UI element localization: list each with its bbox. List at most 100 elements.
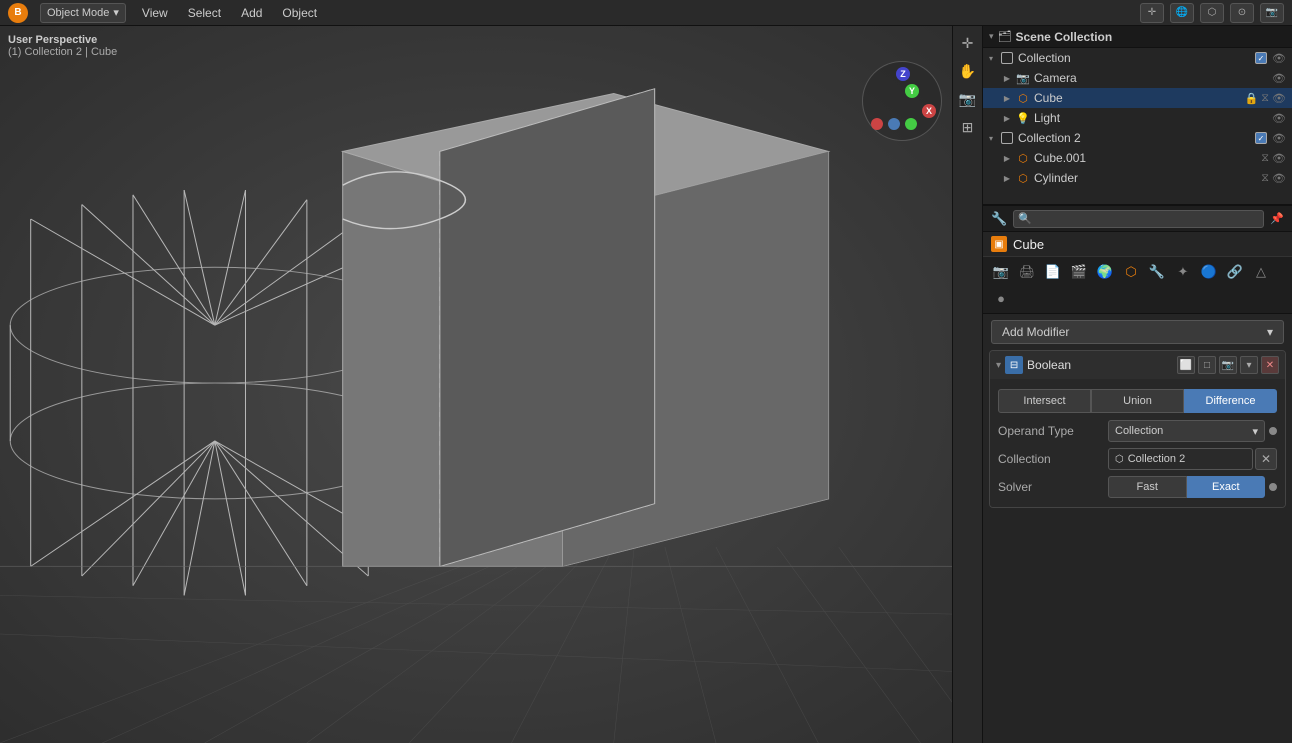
outliner-light[interactable]: ▶ 💡 Light 👁 [983, 108, 1292, 128]
gizmo-x-label: X [922, 104, 936, 118]
topbar-shading-icon[interactable]: ⬡ [1200, 3, 1224, 23]
cube001-visibility[interactable]: 👁 [1272, 152, 1286, 165]
modifier-body: Intersect Union Difference Operand Type … [990, 379, 1285, 507]
collection-field[interactable]: ⬡ Collection 2 [1108, 448, 1253, 470]
operand-type-value-area: Collection ▾ [1108, 420, 1265, 442]
cylinder-visibility[interactable]: 👁 [1272, 172, 1286, 185]
cylinder-actions: ⧖ 👁 [1261, 172, 1286, 185]
scene-collection-expand[interactable]: ▾ [989, 31, 994, 42]
cube001-actions: ⧖ 👁 [1261, 152, 1286, 165]
viewport-tool-camera[interactable]: 📷 [955, 86, 981, 112]
cube-lock[interactable]: 🔒 [1245, 92, 1259, 105]
collection-field-icon: ⬡ [1115, 454, 1124, 465]
viewport-info: User Perspective (1) Collection 2 | Cube [8, 34, 117, 58]
cylinder-label: Cylinder [1034, 171, 1261, 185]
op-difference-btn[interactable]: Difference [1184, 389, 1277, 413]
menu-add[interactable]: Add [237, 6, 266, 20]
modifier-realtime-btn[interactable]: □ [1198, 356, 1216, 374]
add-modifier-label: Add Modifier [1002, 325, 1069, 339]
menu-view[interactable]: View [138, 6, 172, 20]
modifier-screen-btn[interactable]: ⬜ [1177, 356, 1195, 374]
menu-select[interactable]: Select [184, 6, 225, 20]
prop-tab-object[interactable]: ⬡ [1119, 260, 1143, 284]
prop-tab-modifier[interactable]: 🔧 [1145, 260, 1169, 284]
gizmo-blue-dot [888, 118, 900, 130]
boolean-modifier-card: ▾ ⊟ Boolean ⬜ □ 📷 ▾ ✕ Intersect [989, 350, 1286, 508]
prop-tab-scene[interactable]: 🎬 [1067, 260, 1091, 284]
op-union-btn[interactable]: Union [1091, 389, 1184, 413]
collection-checkbox[interactable]: ✓ [1255, 52, 1267, 64]
topbar-globe-icon[interactable]: 🌐 [1170, 3, 1194, 23]
cube-visibility[interactable]: 👁 [1272, 92, 1286, 105]
topbar-cursor-icon[interactable]: ✛ [1140, 3, 1164, 23]
mode-selector[interactable]: Object Mode ▾ [40, 3, 126, 23]
modifier-close-btn[interactable]: ✕ [1261, 356, 1279, 374]
collection-clear-btn[interactable]: ✕ [1255, 448, 1277, 470]
collection-row: Collection ⬡ Collection 2 ✕ [990, 445, 1285, 473]
properties-search[interactable] [1013, 210, 1264, 228]
outliner-cube001[interactable]: ▶ ⬡ Cube.001 ⧖ 👁 [983, 148, 1292, 168]
viewport-3d[interactable]: User Perspective (1) Collection 2 | Cube [0, 26, 982, 743]
solver-fast-btn[interactable]: Fast [1108, 476, 1187, 498]
prop-tab-view[interactable]: 📄 [1041, 260, 1065, 284]
prop-tab-data[interactable]: △ [1249, 260, 1273, 284]
scene-collection-row: ▾ 🗂 Scene Collection [983, 26, 1292, 48]
light-visibility[interactable]: 👁 [1272, 112, 1286, 125]
cube001-arrow[interactable]: ▶ [999, 150, 1015, 166]
operand-type-arrow: ▾ [1252, 425, 1258, 438]
prop-tab-physics[interactable]: 🔵 [1197, 260, 1221, 284]
cube001-label: Cube.001 [1034, 151, 1261, 165]
light-label: Light [1034, 111, 1272, 125]
cube001-filter[interactable]: ⧖ [1261, 152, 1269, 165]
operand-type-dot[interactable] [1269, 427, 1277, 435]
modifier-name-label: Boolean [1027, 358, 1173, 372]
outliner-cube[interactable]: ▶ ⬡ Cube 🔒 ⧖ 👁 [983, 88, 1292, 108]
add-modifier-button[interactable]: Add Modifier ▾ [991, 320, 1284, 344]
cube-filter[interactable]: ⧖ [1261, 92, 1269, 105]
prop-tab-world[interactable]: 🌍 [1093, 260, 1117, 284]
modifier-options-btn[interactable]: ▾ [1240, 356, 1258, 374]
collection2-checkbox[interactable]: ✓ [1255, 132, 1267, 144]
camera-arrow[interactable]: ▶ [999, 70, 1015, 86]
topbar-overlays-icon[interactable]: ⊙ [1230, 3, 1254, 23]
collection2-arrow[interactable]: ▾ [983, 130, 999, 146]
solver-exact-btn[interactable]: Exact [1187, 476, 1266, 498]
collection-actions: ✓ 👁 [1255, 52, 1286, 65]
light-arrow[interactable]: ▶ [999, 110, 1015, 126]
modifier-expand-icon[interactable]: ▾ [996, 360, 1001, 371]
operand-type-select[interactable]: Collection ▾ [1108, 420, 1265, 442]
collection-arrow[interactable]: ▾ [983, 50, 999, 66]
solver-dot[interactable] [1269, 483, 1277, 491]
modifier-render-btn[interactable]: 📷 [1219, 356, 1237, 374]
collection-visibility[interactable]: 👁 [1272, 52, 1286, 65]
prop-tab-particles[interactable]: ✦ [1171, 260, 1195, 284]
gizmo-circle[interactable]: Z X Y [862, 61, 942, 141]
outliner-collection2[interactable]: ▾ Collection 2 ✓ 👁 [983, 128, 1292, 148]
outliner-camera[interactable]: ▶ 📷 Camera 👁 [983, 68, 1292, 88]
viewport-gizmo[interactable]: Z X Y [862, 61, 942, 141]
viewport-tool-move[interactable]: ✋ [955, 58, 981, 84]
collection2-visibility[interactable]: 👁 [1272, 132, 1286, 145]
prop-tab-material[interactable]: ● [989, 286, 1013, 310]
cylinder-filter[interactable]: ⧖ [1261, 172, 1269, 185]
prop-tab-render[interactable]: 📷 [989, 260, 1013, 284]
scene-collection-icon: 🗂 [998, 30, 1012, 43]
op-intersect-btn[interactable]: Intersect [998, 389, 1091, 413]
outliner-collection[interactable]: ▾ Collection ✓ 👁 [983, 48, 1292, 68]
cube-arrow[interactable]: ▶ [999, 90, 1015, 106]
prop-tab-constraints[interactable]: 🔗 [1223, 260, 1247, 284]
properties-pin-icon[interactable]: 📌 [1270, 212, 1284, 225]
right-panel: ▾ 🗂 Scene Collection ▾ Collection ✓ 👁 [982, 26, 1292, 743]
object-name-label: Cube [1013, 237, 1044, 252]
cylinder-arrow[interactable]: ▶ [999, 170, 1015, 186]
viewport-tool-cursor[interactable]: ✛ [955, 30, 981, 56]
camera-visibility[interactable]: 👁 [1272, 72, 1286, 85]
outliner-cylinder[interactable]: ▶ ⬡ Cylinder ⧖ 👁 [983, 168, 1292, 188]
modifier-type-icon: ⊟ [1005, 356, 1023, 374]
topbar-render-icon[interactable]: 📷 [1260, 3, 1284, 23]
outliner: ▾ 🗂 Scene Collection ▾ Collection ✓ 👁 [983, 26, 1292, 206]
prop-tab-output[interactable]: 🖨 [1015, 260, 1039, 284]
menu-object[interactable]: Object [278, 6, 321, 20]
object-type-icon: ▣ [991, 236, 1007, 252]
viewport-tool-grid[interactable]: ⊞ [955, 114, 981, 140]
